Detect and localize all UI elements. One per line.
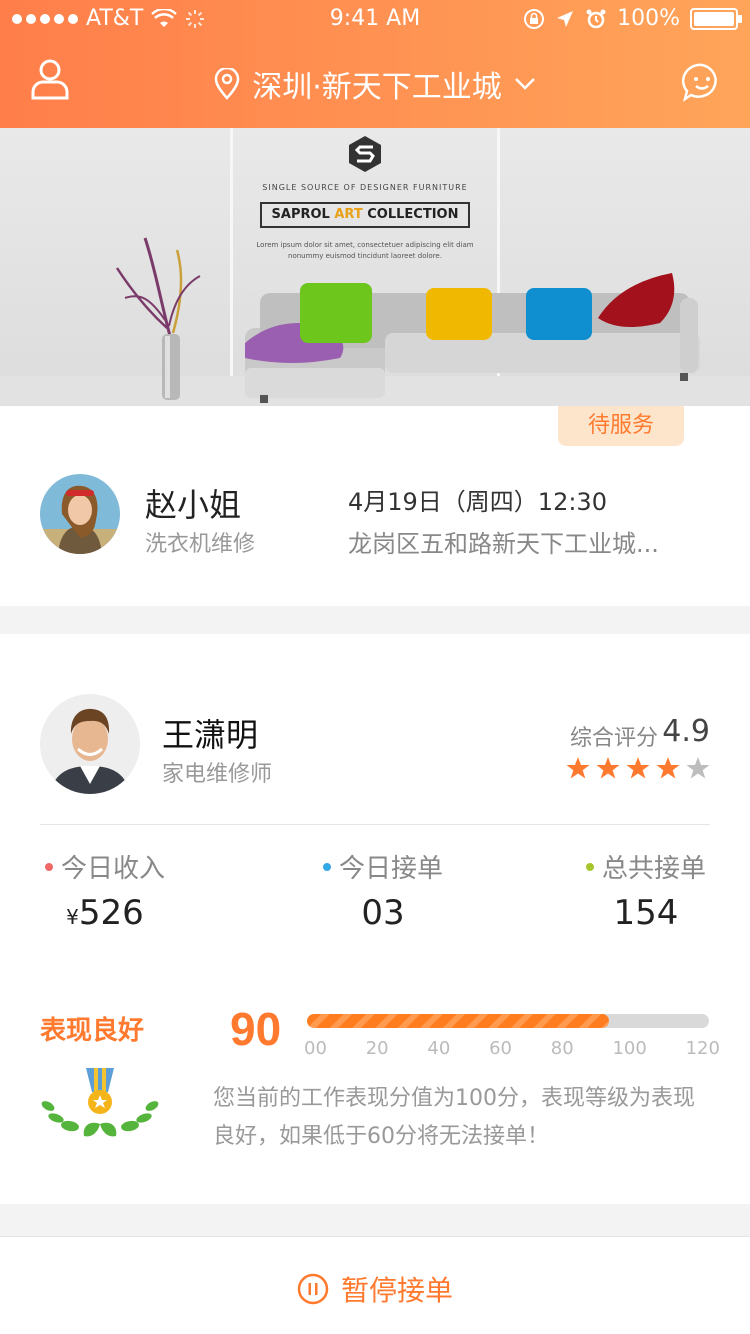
technician-card: 王潇明 家电维修师 综合评分 4.9 今日收入 ¥526 今日接单 03 总共接… — [0, 634, 750, 1204]
status-bar: AT&T 9:41 AM 100% — [0, 0, 750, 40]
performance-tick: 80 — [550, 1038, 574, 1059]
stat-today-income: 今日收入 ¥526 — [40, 848, 170, 933]
performance-ticks: 00 20 40 60 80 100 120 — [304, 1038, 720, 1059]
battery-icon — [690, 7, 742, 30]
stat-dot — [585, 862, 594, 871]
star-filled-icon — [596, 757, 620, 779]
order-status-badge: 待服务 — [558, 406, 684, 446]
vase-image — [115, 237, 201, 400]
stat-today-orders: 今日接单 03 — [318, 848, 448, 933]
promo-banner[interactable]: SINGLE SOURCE OF DESIGNER FURNITURE SAPR… — [0, 128, 750, 406]
technician-name: 王潇明 — [162, 716, 259, 754]
star-filled-icon — [656, 757, 680, 779]
status-right: 100% — [523, 6, 742, 31]
stat-label: 今日收入 — [60, 854, 165, 884]
location-selector[interactable]: 深圳·新天下工业城 — [0, 62, 750, 106]
stat-label: 今日接单 — [338, 854, 443, 884]
technician-avatar — [40, 694, 140, 794]
performance-tick: 100 — [612, 1038, 647, 1059]
chat-icon[interactable] — [682, 62, 722, 102]
chevron-down-icon — [514, 78, 535, 90]
divider — [40, 824, 710, 825]
star-filled-icon — [566, 757, 590, 779]
star-empty-icon — [686, 757, 710, 779]
nav-bar: 深圳·新天下工业城 — [0, 40, 750, 128]
performance-title: 表现良好 — [40, 1016, 145, 1046]
banner-description: Lorem ipsum dolor sit amet, consectetuer… — [256, 241, 474, 260]
stat-value: 154 — [613, 893, 679, 933]
performance-note: 您当前的工作表现分值为100分，表现等级为表现良好，如果低于60分将无法接单！ — [213, 1086, 695, 1149]
brand-logo-icon — [349, 136, 381, 172]
star-filled-icon — [626, 757, 650, 779]
pause-orders-label: 暂停接单 — [340, 1274, 453, 1307]
wall-panel-line — [230, 128, 233, 406]
currency-symbol: ¥ — [66, 905, 79, 929]
customer-avatar — [40, 474, 120, 554]
performance-tick: 00 — [304, 1038, 327, 1059]
alarm-icon — [586, 9, 606, 28]
banner-collection-title: SAPROL ART COLLECTION — [260, 202, 470, 228]
performance-tick: 120 — [685, 1038, 720, 1059]
stat-value: 526 — [78, 893, 144, 933]
pause-orders-button[interactable]: 暂停接单 — [0, 1269, 750, 1309]
location-arrow-icon — [557, 10, 574, 27]
performance-score: 90 — [230, 1003, 282, 1055]
performance-tick: 20 — [365, 1038, 389, 1059]
order-card[interactable]: 待服务 赵小姐 洗衣机维修 4月19日（周四）12:30 龙岗区五和路新天下工业… — [0, 406, 750, 606]
stat-value: 03 — [361, 893, 405, 933]
banner-tagline: SINGLE SOURCE OF DESIGNER FURNITURE — [262, 183, 468, 192]
pause-icon — [297, 1273, 329, 1305]
technician-role: 家电维修师 — [162, 762, 273, 787]
order-address: 龙岗区五和路新天下工业城... — [348, 530, 659, 558]
location-label: 深圳·新天下工业城 — [252, 70, 502, 105]
collection-text: SAPROL — [271, 207, 335, 222]
rating-label: 综合评分 — [569, 726, 658, 751]
customer-name: 赵小姐 — [145, 486, 242, 524]
location-pin-icon — [214, 68, 240, 100]
rating-stars — [566, 756, 710, 780]
collection-highlight: ART — [334, 207, 363, 222]
collection-text: COLLECTION — [362, 207, 459, 222]
performance-bar — [307, 1014, 709, 1028]
stat-dot — [44, 862, 53, 871]
service-type: 洗衣机维修 — [145, 532, 256, 557]
rating-value: 4.9 — [662, 714, 710, 749]
sofa-image — [245, 273, 700, 403]
medal-icon — [41, 1068, 159, 1137]
performance-bar-fill — [307, 1014, 609, 1028]
bottom-bar: 暂停接单 — [0, 1236, 750, 1334]
app-header: AT&T 9:41 AM 100% 深圳·新天下工业城 — [0, 0, 750, 128]
performance-tick: 60 — [489, 1038, 512, 1059]
order-time: 4月19日（周四）12:30 — [348, 488, 607, 516]
stat-dot — [322, 862, 331, 871]
stat-total-orders: 总共接单 154 — [580, 848, 712, 933]
rotation-lock-icon — [524, 8, 545, 29]
stat-label: 总共接单 — [601, 854, 706, 884]
battery-percent: 100% — [617, 6, 680, 31]
performance-tick: 40 — [427, 1038, 451, 1059]
